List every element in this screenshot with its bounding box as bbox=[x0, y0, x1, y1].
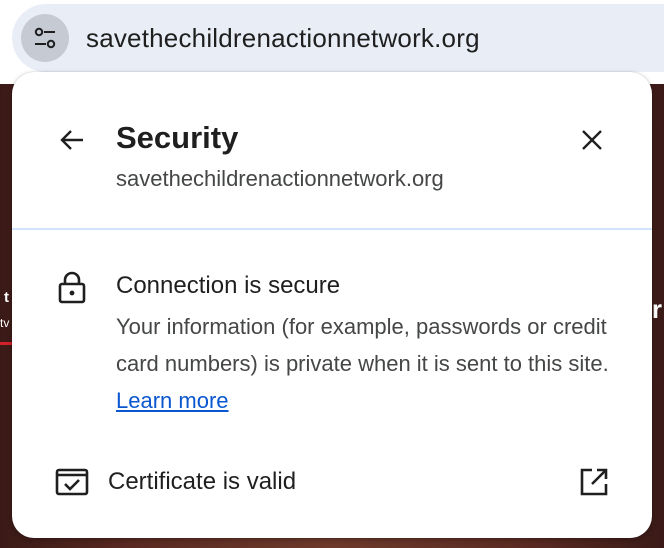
certificate-row[interactable]: Certificate is valid bbox=[12, 450, 652, 516]
background-text-fragment: r bbox=[651, 294, 662, 324]
open-in-new-icon[interactable] bbox=[578, 466, 610, 498]
address-bar-url[interactable]: savethechildrenactionnetwork.org bbox=[86, 23, 480, 54]
site-info-button[interactable] bbox=[21, 14, 69, 62]
certificate-icon bbox=[55, 468, 89, 496]
back-button[interactable] bbox=[56, 124, 88, 156]
learn-more-link[interactable]: Learn more bbox=[116, 388, 229, 413]
close-button[interactable] bbox=[576, 124, 608, 156]
lock-icon bbox=[58, 271, 86, 304]
close-icon bbox=[582, 130, 602, 150]
connection-status-title: Connection is secure bbox=[116, 272, 341, 299]
tune-icon bbox=[34, 27, 56, 49]
address-bar[interactable]: savethechildrenactionnetwork.org bbox=[12, 4, 664, 72]
header-divider bbox=[12, 228, 652, 230]
popup-subtitle-domain: savethechildrenactionnetwork.org bbox=[116, 166, 444, 191]
arrow-back-icon bbox=[60, 130, 83, 150]
connection-description-text: Your information (for example, passwords… bbox=[116, 314, 609, 376]
background-text-fragment: tv bbox=[0, 316, 10, 330]
certificate-label: Certificate is valid bbox=[108, 468, 297, 495]
popup-title: Security bbox=[116, 120, 239, 155]
connection-description: Your information (for example, passwords… bbox=[116, 308, 626, 419]
popup-header: Security savethechildrenactionnetwork.or… bbox=[12, 72, 652, 228]
background-text-fragment: t bbox=[4, 289, 9, 306]
security-popup: Security savethechildrenactionnetwork.or… bbox=[12, 72, 652, 538]
